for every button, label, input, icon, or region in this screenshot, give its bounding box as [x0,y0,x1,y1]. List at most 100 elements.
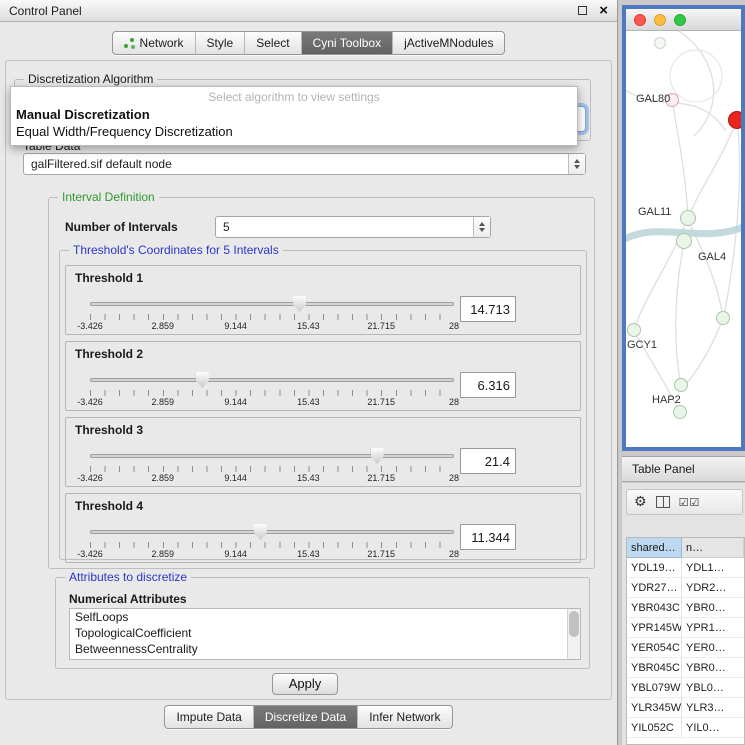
threshold-value-field[interactable]: 11.344 [460,524,516,550]
gear-icon[interactable]: ⚙ [634,494,647,510]
column-header[interactable]: n… [682,538,744,558]
tab-discretize-data[interactable]: Discretize Data [253,706,357,728]
group-legend: Discretization Algorithm [24,72,157,86]
numerical-attributes-list[interactable]: SelfLoopsTopologicalCoefficientBetweenne… [69,608,581,660]
apply-button[interactable]: Apply [272,673,338,695]
dropdown-placeholder: Select algorithm to view settings [11,87,577,106]
table-cell: YER0… [682,638,744,657]
stepper-icon[interactable] [473,217,490,237]
list-item[interactable]: BetweennessCentrality [70,641,580,657]
network-node-gcy1[interactable] [627,323,641,337]
table-row[interactable]: YIL052CYIL0… [627,718,744,738]
node-table: shared…n… YDL19…YDL1…YDR27…YDR2…YBR043CY… [626,537,745,745]
threshold-slider[interactable]: -3.4262.8599.14415.4321.71528 [90,524,454,562]
scale-tick-label: 15.43 [297,473,320,483]
table-cell: YPR1… [682,618,744,637]
table-cell: YBR043C [627,598,682,617]
tab-infer-network[interactable]: Infer Network [357,706,451,728]
tab-impute-data[interactable]: Impute Data [165,706,252,728]
table-cell: YBL079W [627,678,682,697]
network-node-label: HAP2 [652,394,681,406]
table-row[interactable]: YDL19…YDL1… [627,558,744,578]
table-row[interactable]: YPR145WYPR1… [627,618,744,638]
network-node[interactable] [728,111,741,129]
scale-tick-label: 21.715 [367,473,395,483]
tab-label: Style [207,36,234,50]
slider-thumb[interactable] [293,296,306,312]
algorithm-dropdown: Select algorithm to view settings Manual… [10,86,578,146]
slider-thumb[interactable] [371,448,384,464]
threshold-value-field[interactable]: 21.4 [460,448,516,474]
control-panel: Control Panel × NetworkStyleSelectCyni T… [0,0,618,745]
interval-definition-group: Interval Definition Number of Intervals … [48,197,595,569]
table-row[interactable]: YBR045CYBR0… [627,658,744,678]
stepper-icon[interactable] [568,154,585,174]
close-traffic-light-icon[interactable] [634,14,646,26]
dropdown-option-equal-width-frequency-discretization[interactable]: Equal Width/Frequency Discretization [11,123,577,140]
threshold-slider[interactable]: -3.4262.8599.14415.4321.71528 [90,448,454,486]
table-toolbar: ⚙ ☑☑ [626,489,743,515]
group-legend: Threshold's Coordinates for 5 Intervals [69,243,283,257]
scale-tick-label: 21.715 [367,397,395,407]
table-cell: YBR0… [682,598,744,617]
threshold-slider[interactable]: -3.4262.8599.14415.4321.71528 [90,372,454,410]
network-node-gal4[interactable] [676,233,692,249]
network-node-gal11[interactable] [680,210,696,226]
tab-label: Cyni Toolbox [313,36,381,50]
network-icon [124,38,135,49]
network-node[interactable] [673,405,687,419]
columns-icon[interactable] [656,496,670,508]
table-cell: YBR045C [627,658,682,677]
scale-tick-label: 15.43 [297,321,320,331]
network-node[interactable] [654,37,666,49]
threshold-value-field[interactable]: 6.316 [460,372,516,398]
scrollbar[interactable] [567,609,580,659]
list-item[interactable]: SelfLoops [70,609,580,625]
table-row[interactable]: YER054CYER0… [627,638,744,658]
network-node[interactable] [716,311,730,325]
threshold-value-field[interactable]: 14.713 [460,296,516,322]
table-cell: YDR27… [627,578,682,597]
column-header[interactable]: shared… [627,538,682,558]
scale-tick-label: 9.144 [224,473,247,483]
tab-label: Select [256,36,289,50]
numerical-attributes-title: Numerical Attributes [69,592,187,606]
scale-tick-label: 9.144 [224,549,247,559]
minimize-traffic-light-icon[interactable] [654,14,666,26]
threshold-label: Threshold 4 [75,499,143,513]
close-icon[interactable]: × [599,6,608,16]
slider-thumb[interactable] [254,524,267,540]
tab-cyni-toolbox[interactable]: Cyni Toolbox [301,32,392,54]
network-canvas[interactable]: GAL80GAL11GAL4GCY1HAP2 [626,31,741,447]
scale-tick-label: 28 [449,321,459,331]
slider-track [90,454,454,458]
number-of-intervals-value: 5 [223,220,230,234]
table-row[interactable]: YBL079WYBL0… [627,678,744,698]
network-window-titlebar [626,9,741,31]
scale-tick-label: 21.715 [367,321,395,331]
list-item[interactable]: TopologicalCoefficient [70,625,580,641]
table-data-select[interactable]: galFiltered.sif default node [23,153,586,175]
network-node-hap2[interactable] [674,378,688,392]
slider-thumb[interactable] [196,372,209,388]
dropdown-option-manual-discretization[interactable]: Manual Discretization [11,106,577,123]
select-checkboxes-icon[interactable]: ☑☑ [679,496,701,509]
tab-network[interactable]: Network [113,32,195,54]
table-row[interactable]: YBR043CYBR0… [627,598,744,618]
slider-ticks [90,466,454,472]
float-window-icon[interactable] [578,6,587,15]
tab-style[interactable]: Style [195,32,245,54]
threshold-slider[interactable]: -3.4262.8599.14415.4321.71528 [90,296,454,334]
number-of-intervals-label: Number of Intervals [65,220,178,234]
scale-tick-label: 28 [449,473,459,483]
tab-jactivemnodules[interactable]: jActiveMNodules [392,32,504,54]
threshold-list: Threshold 1-3.4262.8599.14415.4321.71528… [60,265,586,563]
zoom-traffic-light-icon[interactable] [674,14,686,26]
number-of-intervals-select[interactable]: 5 [215,216,491,238]
tab-select[interactable]: Select [244,32,300,54]
tab-label: Impute Data [176,710,241,724]
table-row[interactable]: YDR27…YDR2… [627,578,744,598]
table-row[interactable]: YLR345WYLR3… [627,698,744,718]
slider-scale: -3.4262.8599.14415.4321.71528 [90,549,454,561]
scrollbar-thumb[interactable] [569,611,579,637]
